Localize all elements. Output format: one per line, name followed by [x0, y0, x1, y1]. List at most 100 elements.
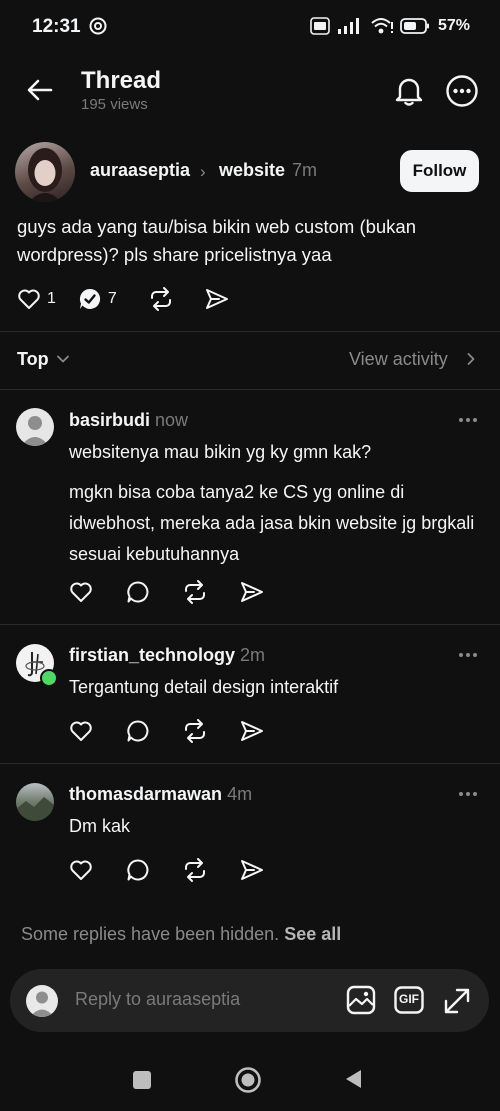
reply-actions [69, 580, 264, 604]
reply-author-name[interactable]: thomasdarmawan [69, 784, 222, 804]
reply-author[interactable]: firstian_technology 2m [69, 645, 265, 666]
reply-avatar[interactable] [16, 783, 54, 821]
gif-button[interactable]: GIF [394, 986, 424, 1014]
repost-button[interactable] [182, 719, 208, 743]
see-all-link[interactable]: See all [284, 924, 341, 944]
page-title: Thread [81, 67, 162, 94]
reply-input[interactable]: Reply to auraaseptia [75, 989, 240, 1010]
repost-icon [150, 287, 171, 311]
image-icon[interactable] [346, 985, 376, 1015]
more-horizontal-icon[interactable] [457, 649, 479, 661]
battery-percent: 57% [437, 17, 470, 34]
gif-label: GIF [399, 992, 419, 1006]
more-horizontal-icon[interactable] [457, 788, 479, 800]
comment-button[interactable] [126, 858, 150, 882]
divider [0, 331, 500, 332]
follow-button[interactable]: Follow [400, 150, 479, 192]
wifi-icon [371, 18, 393, 34]
heart-icon [70, 721, 92, 741]
chevron-right-icon[interactable] [465, 352, 477, 366]
divider [0, 624, 500, 625]
divider [0, 763, 500, 764]
hidden-replies-notice: Some replies have been hidden. See all [21, 924, 341, 945]
recents-button[interactable] [133, 1071, 151, 1089]
expand-icon[interactable] [442, 986, 472, 1016]
repost-icon [185, 719, 205, 743]
reply-timestamp: 2m [240, 645, 266, 665]
send-icon [241, 582, 263, 602]
chevron-down-icon[interactable] [56, 352, 70, 366]
back-nav-button[interactable] [343, 1068, 363, 1090]
reply-actions [69, 858, 264, 882]
comment-button[interactable] [126, 580, 150, 604]
more-horizontal-icon[interactable] [457, 414, 479, 426]
comment-icon [127, 720, 149, 742]
reply-author[interactable]: thomasdarmawan 4m [69, 784, 252, 805]
sort-dropdown[interactable]: Top [17, 349, 49, 370]
reply-author[interactable]: basirbudi now [69, 410, 188, 431]
share-button[interactable] [240, 720, 264, 742]
back-button[interactable] [22, 72, 58, 108]
reply-avatar[interactable] [16, 408, 54, 446]
reply-author-name[interactable]: firstian_technology [69, 645, 235, 665]
reply-checked-icon [79, 288, 101, 309]
reply-count: 7 [107, 290, 117, 307]
divider [0, 389, 500, 390]
like-button[interactable] [69, 720, 93, 742]
heart-icon [70, 582, 92, 602]
reply-body: websitenya mau bikin yg ky gmn kak? [69, 442, 372, 462]
status-icons: 57% [310, 14, 470, 38]
view-activity-link[interactable]: View activity [349, 349, 448, 370]
post-topic-tag[interactable]: website [219, 160, 285, 181]
default-user-icon [30, 991, 54, 1017]
default-user-icon [21, 416, 49, 446]
reply-body: Dm kak [69, 816, 131, 836]
hidden-replies-text: Some replies have been hidden. [21, 924, 280, 944]
post-author-avatar[interactable] [15, 142, 75, 202]
post-timestamp: 7m [292, 160, 318, 180]
bell-icon [395, 78, 423, 106]
like-button[interactable] [69, 581, 93, 603]
system-nav-bar [0, 1050, 500, 1111]
composer-avatar [26, 985, 58, 1017]
more-options-button[interactable] [443, 72, 481, 110]
send-icon [205, 289, 228, 309]
status-time: 12:31 [32, 16, 81, 37]
topic-separator: › [200, 162, 206, 181]
share-button[interactable] [205, 288, 229, 310]
arrow-left-icon [27, 79, 53, 101]
like-count: 1 [47, 290, 56, 307]
repost-button[interactable] [182, 858, 208, 882]
share-button[interactable] [240, 859, 264, 881]
status-bar: 12:31 57% [0, 0, 500, 52]
comment-button[interactable] [126, 719, 150, 743]
share-button[interactable] [240, 581, 264, 603]
reply-body: mgkn bisa coba tanya2 ke CS yg online di… [69, 482, 475, 564]
online-status-dot [40, 669, 58, 687]
repost-button[interactable] [148, 287, 174, 311]
comment-icon [127, 581, 149, 603]
reply-actions [69, 719, 264, 743]
reply-author-name[interactable]: basirbudi [69, 410, 150, 430]
like-button[interactable] [69, 859, 93, 881]
send-icon [241, 721, 263, 741]
post-author-name[interactable]: auraaseptia [90, 160, 190, 181]
reply-timestamp: 4m [227, 784, 253, 804]
battery-icon [400, 18, 429, 34]
reply-body: Tergantung detail design interaktif [69, 677, 339, 697]
view-count: 195 views [81, 96, 148, 113]
repost-button[interactable] [182, 580, 208, 604]
replies-button[interactable]: 7 [78, 287, 117, 311]
threads-notification-icon [89, 17, 107, 35]
post-actions: 1 7 [17, 287, 229, 311]
avatar-photo [28, 148, 62, 202]
notifications-button[interactable] [390, 72, 428, 110]
like-button[interactable]: 1 [17, 288, 56, 310]
home-button[interactable] [234, 1066, 262, 1094]
repost-icon [185, 580, 205, 604]
volte-icon [310, 17, 330, 35]
heart-icon [18, 289, 40, 309]
send-icon [241, 860, 263, 880]
signal-icon [337, 18, 359, 34]
post-body: guys ada yang tau/bisa bikin web custom … [17, 216, 417, 265]
